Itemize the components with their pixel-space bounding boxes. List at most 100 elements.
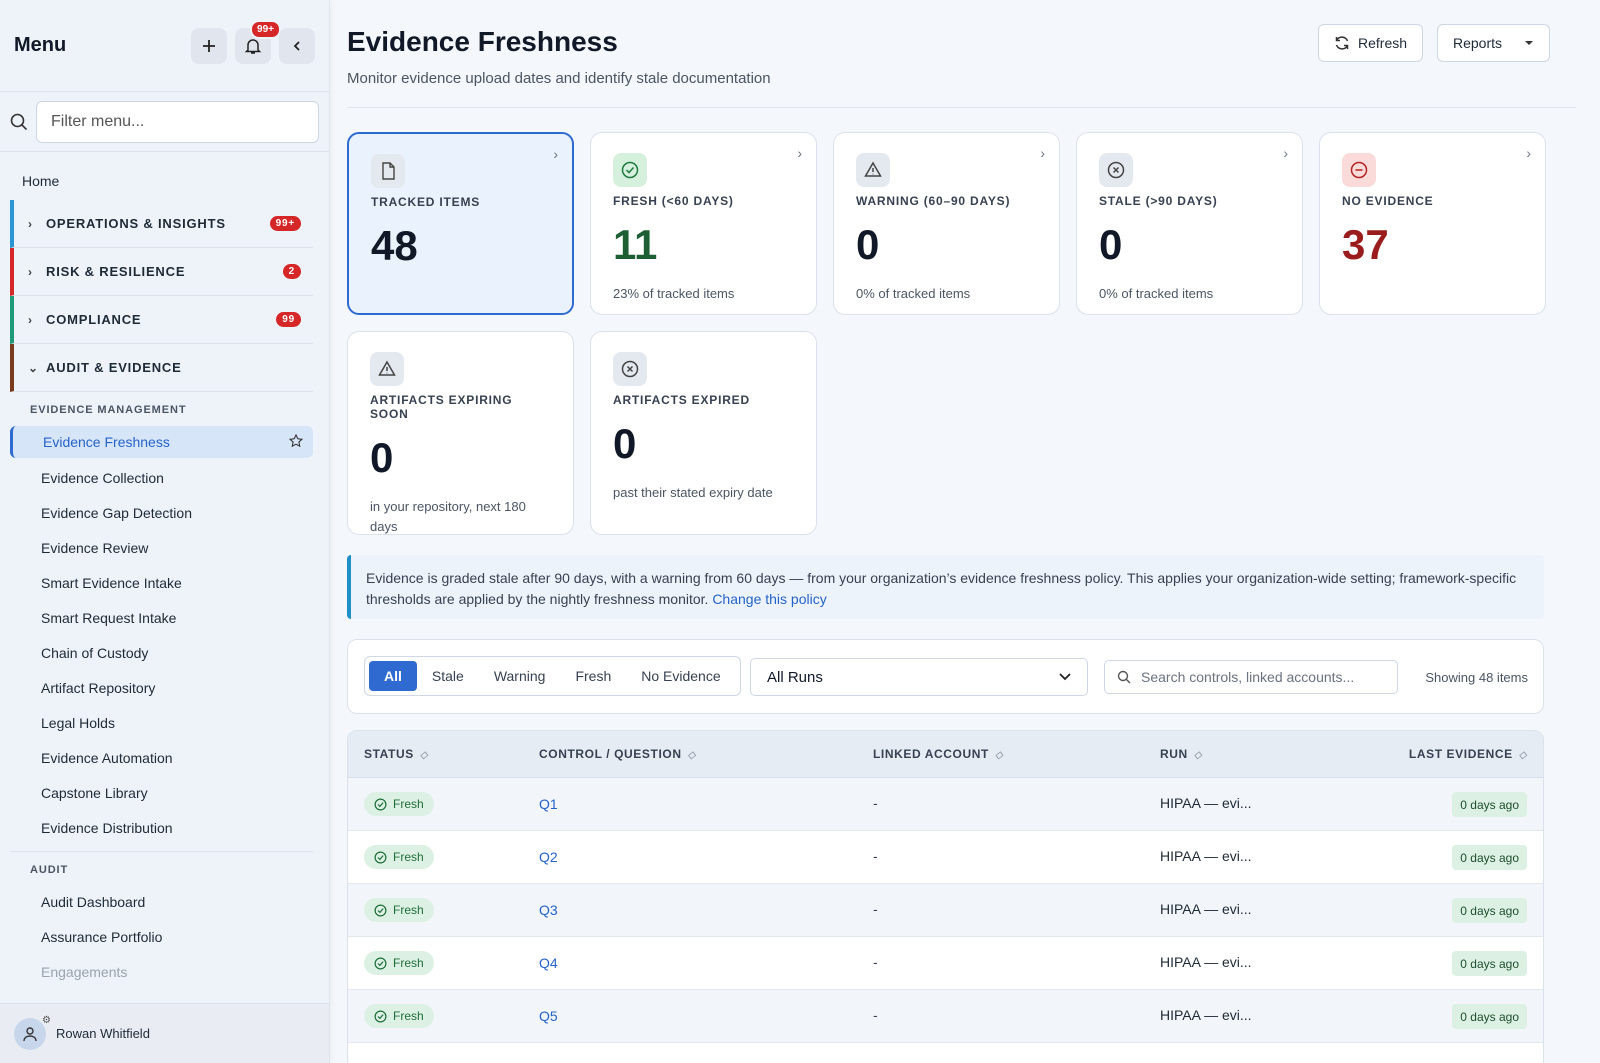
avatar[interactable]: ⚙ — [14, 1015, 51, 1050]
evidence-table: STATUS ◇ CONTROL / QUESTION ◇ LINKED ACCOU… — [347, 730, 1544, 1063]
filter-tab-warning[interactable]: Warning — [479, 661, 561, 691]
page-subtitle: Monitor evidence upload dates and identi… — [347, 70, 771, 87]
plus-icon — [203, 39, 215, 52]
run-name: HIPAA — evi... — [1160, 901, 1252, 917]
chevron-right-icon: › — [1283, 145, 1288, 161]
card-subtext: 0% of tracked items — [1099, 286, 1214, 301]
sidebar-item-audit-dashboard[interactable]: Audit Dashboard — [10, 884, 313, 919]
stat-card-no-evidence[interactable]: NO EVIDENCE 37 › — [1319, 132, 1546, 315]
group-badge: 99 — [276, 312, 301, 327]
chevron-down-icon — [1059, 673, 1071, 681]
stat-card-tracked-items[interactable]: TRACKED ITEMS 48 › — [347, 132, 574, 315]
status-label: Fresh — [393, 956, 424, 970]
card-subtext: 23% of tracked items — [613, 286, 735, 301]
sidebar-item-evidence-automation[interactable]: Evidence Automation — [10, 740, 313, 775]
filter-tab-no-evidence[interactable]: No Evidence — [626, 661, 735, 691]
column-header-last-evidence[interactable]: LAST EVIDENCE ◇ — [1409, 747, 1527, 761]
group-label: OPERATIONS & INSIGHTS — [46, 216, 226, 231]
chevron-right-icon: › — [1040, 145, 1045, 161]
card-label: TRACKED ITEMS — [371, 195, 481, 209]
chevron-left-icon — [293, 40, 300, 51]
sidebar-item-evidence-review[interactable]: Evidence Review — [10, 530, 313, 565]
column-header-linked-account[interactable]: LINKED ACCOUNT ◇ — [873, 747, 1003, 761]
stat-card-stale-90-days[interactable]: STALE (>90 DAYS) 0 0% of tracked items › — [1076, 132, 1303, 315]
refresh-button[interactable]: Refresh — [1318, 24, 1424, 62]
collapse-sidebar-button[interactable] — [279, 27, 315, 64]
sidebar-group-compliance[interactable]: › COMPLIANCE 99 — [10, 296, 313, 344]
chevron-right-icon: › — [28, 312, 33, 327]
sidebar-item-engagements[interactable]: Engagements — [10, 954, 313, 989]
control-link[interactable]: Q1 — [539, 796, 558, 812]
stat-card-artifacts-expiring-soon[interactable]: ARTIFACTS EXPIRING SOON 0 in your reposito… — [347, 331, 574, 535]
sidebar-item-capstone-library[interactable]: Capstone Library — [10, 775, 313, 810]
last-evidence-badge: 0 days ago — [1452, 898, 1527, 923]
sidebar-item-evidence-collection[interactable]: Evidence Collection — [10, 460, 313, 495]
column-header-status[interactable]: STATUS ◇ — [364, 747, 428, 761]
column-label: LAST EVIDENCE — [1408, 747, 1513, 761]
card-value: 37 — [1342, 221, 1389, 268]
table-row[interactable]: Fresh Q1 - HIPAA — evi... 0 days ago — [348, 778, 1543, 831]
sidebar-item-evidence-freshness[interactable]: Evidence Freshness — [10, 426, 313, 458]
card-subtext: 0% of tracked items — [856, 286, 971, 301]
sidebar-item-label: Evidence Automation — [41, 749, 173, 766]
sidebar-item-evidence-gap-detection[interactable]: Evidence Gap Detection — [10, 495, 313, 530]
sidebar-item-assurance-portfolio[interactable]: Assurance Portfolio — [10, 919, 313, 954]
sort-icon: ◇ — [994, 750, 1004, 761]
user-footer[interactable]: ⚙ Rowan Whitfield — [0, 1003, 329, 1063]
sidebar-item-label: Artifact Repository — [41, 679, 156, 696]
linked-account: - — [873, 795, 878, 811]
status-label: Fresh — [393, 903, 424, 917]
sidebar-item-legal-holds[interactable]: Legal Holds — [10, 705, 313, 740]
sidebar-item-home[interactable]: Home — [10, 162, 313, 200]
status-label: Fresh — [393, 797, 424, 811]
add-button[interactable] — [191, 27, 227, 64]
stat-card-warning-60-90-days[interactable]: WARNING (60–90 DAYS) 0 0% of tracked items… — [833, 132, 1060, 315]
filter-tab-fresh[interactable]: Fresh — [560, 661, 626, 691]
control-link[interactable]: Q5 — [539, 1008, 558, 1024]
reports-dropdown[interactable]: Reports — [1437, 24, 1551, 62]
control-link[interactable]: Q2 — [539, 849, 558, 865]
run-select[interactable]: All Runs — [750, 658, 1088, 696]
sidebar-item-chain-of-custody[interactable]: Chain of Custody — [10, 635, 313, 670]
table-search[interactable]: Search controls, linked accounts... — [1104, 660, 1398, 694]
notifications-button[interactable]: 99+ — [235, 19, 281, 64]
control-link[interactable]: Q3 — [539, 902, 558, 918]
card-value: 11 — [613, 221, 658, 268]
sidebar-header: Menu 99+ — [0, 0, 329, 92]
run-name: HIPAA — evi... — [1160, 954, 1252, 970]
star-icon[interactable] — [288, 433, 304, 451]
column-label: LINKED ACCOUNT — [873, 747, 989, 761]
sidebar-item-artifact-repository[interactable]: Artifact Repository — [10, 670, 313, 705]
sidebar-group-risk[interactable]: › RISK & RESILIENCE 2 — [10, 248, 313, 296]
filter-tab-all[interactable]: All — [369, 661, 417, 691]
stat-card-fresh-60-days[interactable]: FRESH (<60 DAYS) 11 23% of tracked items › — [590, 132, 817, 315]
sidebar-item-smart-request-intake[interactable]: Smart Request Intake — [10, 600, 313, 635]
status-filter-tabs: All Stale Warning Fresh No Evidence — [364, 656, 741, 696]
x-circle-icon — [613, 352, 647, 386]
linked-account: - — [873, 848, 878, 864]
table-row[interactable]: Fresh Q2 - HIPAA — evi... 0 days ago — [348, 831, 1543, 884]
sidebar-item-label: Smart Evidence Intake — [41, 574, 182, 591]
filter-menu-input[interactable] — [36, 100, 319, 143]
run-name: HIPAA — evi... — [1160, 795, 1252, 811]
table-row[interactable]: Fresh Q3 - HIPAA — evi... 0 days ago — [348, 884, 1543, 937]
filter-tab-stale[interactable]: Stale — [417, 661, 479, 691]
sidebar-group-operations[interactable]: › OPERATIONS & INSIGHTS 99+ — [10, 200, 313, 248]
sidebar-item-smart-evidence-intake[interactable]: Smart Evidence Intake — [10, 565, 313, 600]
change-policy-link[interactable]: Change this policy — [712, 591, 826, 607]
group-label: RISK & RESILIENCE — [46, 264, 186, 279]
stat-card-artifacts-expired[interactable]: ARTIFACTS EXPIRED 0 past their stated expi… — [590, 331, 817, 535]
column-header-run[interactable]: RUN ◇ — [1160, 747, 1202, 761]
sidebar-item-evidence-distribution[interactable]: Evidence Distribution — [10, 810, 313, 845]
card-value: 0 — [613, 420, 637, 467]
card-subtext: in your repository, next 180 days — [370, 499, 526, 534]
last-evidence-badge: 0 days ago — [1452, 951, 1527, 976]
control-link[interactable]: Q4 — [539, 955, 558, 971]
table-row[interactable]: Fresh Q4 - HIPAA — evi... 0 days ago — [348, 937, 1543, 990]
sidebar-group-audit-evidence[interactable]: ⌄ AUDIT & EVIDENCE — [10, 344, 313, 392]
status-badge: Fresh — [364, 1004, 434, 1028]
last-evidence-badge: 0 days ago — [1452, 1004, 1527, 1029]
column-header-control[interactable]: CONTROL / QUESTION ◇ — [539, 747, 696, 761]
table-row[interactable]: Fresh Q5 - HIPAA — evi... 0 days ago — [348, 990, 1543, 1043]
refresh-icon — [1335, 36, 1349, 50]
